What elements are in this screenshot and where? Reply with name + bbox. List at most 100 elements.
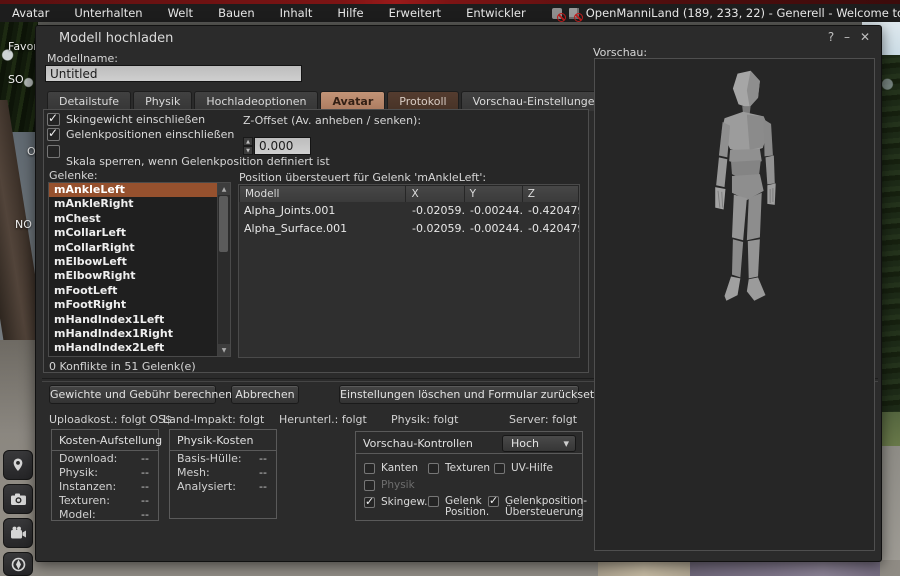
joint-list[interactable]: mAnkleLeft mAnkleRight mChest mCollarLef… — [48, 182, 231, 357]
spinner-up-icon: ▲ — [243, 137, 253, 146]
column-header-y[interactable]: Y — [465, 186, 522, 202]
table-row[interactable]: Alpha_Joints.001 -0.02059... -0.00244...… — [239, 204, 579, 220]
download-status: Herunterl.: folgt — [279, 413, 367, 426]
joint-list-item[interactable]: mCollarRight — [49, 241, 218, 255]
joint-list-item[interactable]: mHandIndex2Left — [49, 341, 218, 355]
model-name-input[interactable] — [45, 65, 302, 82]
menu-avatar[interactable]: Avatar — [12, 6, 49, 20]
cost-label: Mesh: — [177, 466, 210, 479]
cell-z: -0.420479 — [523, 222, 579, 238]
movie-camera-button[interactable] — [3, 518, 33, 548]
calculate-button[interactable]: Gewichte und Gebühr berechnen — [49, 385, 216, 404]
joint-list-item[interactable]: mFootRight — [49, 298, 218, 312]
tab-detailstufe[interactable]: Detailstufe — [47, 91, 131, 111]
joint-list-item[interactable]: mAnkleRight — [49, 197, 218, 211]
dialog-title: Modell hochladen — [59, 31, 173, 46]
joint-list-item[interactable]: mElbowLeft — [49, 255, 218, 269]
cost-value: -- — [259, 466, 267, 479]
cost-label: Download: — [59, 452, 117, 465]
shutter-icon — [11, 557, 26, 572]
model-preview-viewport[interactable] — [594, 58, 875, 551]
column-header-z[interactable]: Z — [523, 186, 578, 202]
cancel-button[interactable]: Abbrechen — [231, 385, 299, 404]
checkbox-box[interactable] — [47, 145, 60, 158]
location-pin-button[interactable] — [3, 450, 33, 480]
position-override-label: Position übersteuert für Gelenk 'mAnkleL… — [239, 171, 486, 184]
joint-list-item[interactable]: mChest — [49, 212, 218, 226]
compass-no-label: NO — [15, 218, 32, 231]
no-build-icon — [568, 7, 581, 20]
cell-x: -0.02059... — [407, 204, 465, 220]
lock-scale-checkbox[interactable] — [47, 145, 60, 158]
no-money-icon — [551, 7, 564, 20]
joint-list-scrollbar[interactable]: ▲ ▼ — [217, 183, 230, 356]
upload-model-dialog: Modell hochladen ? – ✕ Modellname: Detai… — [35, 25, 882, 562]
edges-checkbox[interactable]: Kanten — [364, 462, 418, 474]
menu-erweitert[interactable]: Erweitert — [389, 6, 442, 20]
shutter-button[interactable] — [3, 552, 33, 576]
tab-bar: DetailstufePhysikHochladeoptionenAvatarP… — [47, 90, 616, 111]
camera-button[interactable] — [3, 484, 33, 514]
joint-position-checkbox[interactable]: Gelenk Position. — [428, 496, 493, 518]
position-override-table[interactable]: Modell X Y Z Alpha_Joints.001 -0.02059..… — [238, 184, 580, 358]
server-status: Server: folgt — [509, 413, 577, 426]
joint-list-item[interactable]: mElbowRight — [49, 269, 218, 283]
scroll-down-icon: ▼ — [218, 344, 230, 356]
textures-checkbox[interactable]: Texturen — [428, 462, 490, 474]
cost-value: -- — [141, 480, 149, 493]
close-button[interactable]: ✕ — [857, 30, 873, 44]
menu-hilfe[interactable]: Hilfe — [337, 6, 363, 20]
scrollbar-thumb[interactable] — [219, 196, 228, 252]
tab-physik[interactable]: Physik — [133, 91, 192, 111]
table-row[interactable]: Alpha_Surface.001 -0.02059... -0.00244..… — [239, 222, 579, 238]
uv-guide-checkbox[interactable]: UV-Hilfe — [494, 462, 553, 474]
tab-vorschau-einstellungen[interactable]: Vorschau-Einstellungen — [461, 91, 614, 111]
menu-inhalt[interactable]: Inhalt — [280, 6, 313, 20]
reset-button[interactable]: Einstellungen löschen und Formular zurüc… — [339, 385, 579, 404]
joint-list-item[interactable]: mCollarLeft — [49, 226, 218, 240]
land-impact-status: Land-Impakt: folgt — [163, 413, 264, 426]
include-skin-weights-checkbox[interactable]: Skingewicht einschließen — [47, 113, 205, 126]
z-offset-label: Z-Offset (Av. anheben / senken): — [243, 114, 421, 127]
scroll-up-icon: ▲ — [218, 183, 230, 195]
cell-y: -0.00244... — [465, 204, 523, 220]
column-header-x[interactable]: X — [406, 186, 463, 202]
include-joint-positions-checkbox[interactable]: Gelenkpositionen einschließen — [47, 128, 234, 141]
tab-avatar[interactable]: Avatar — [320, 91, 385, 111]
z-offset-spinner[interactable]: ▲▼ — [243, 137, 253, 155]
menu-welt[interactable]: Welt — [168, 6, 193, 20]
minimize-button[interactable]: – — [839, 30, 855, 44]
location-pin-icon — [10, 457, 26, 473]
skin-weights-checkbox[interactable]: Skingew. — [364, 496, 427, 508]
tab-hochladeoptionen[interactable]: Hochladeoptionen — [194, 91, 318, 111]
cell-z: -0.420479 — [523, 204, 579, 220]
location-text[interactable]: OpenManniLand (189, 233, 22) - Generell … — [586, 6, 900, 20]
cost-value: -- — [141, 494, 149, 507]
cell-model: Alpha_Surface.001 — [239, 222, 407, 238]
menu-entwickler[interactable]: Entwickler — [466, 6, 526, 20]
spinner-down-icon: ▼ — [243, 146, 253, 155]
menu-unterhalten[interactable]: Unterhalten — [74, 6, 142, 20]
preview-detail-dropdown[interactable]: Hoch — [502, 435, 576, 452]
model-name-label: Modellname: — [47, 52, 118, 65]
lock-scale-label: Skala sperren, wenn Gelenkposition defin… — [66, 155, 330, 168]
cost-value: -- — [259, 480, 267, 493]
joint-list-item[interactable]: mFootLeft — [49, 284, 218, 298]
checkbox-label: Gelenkpositionen einschließen — [66, 128, 234, 141]
checkbox-box[interactable] — [47, 113, 60, 126]
menu-bauen[interactable]: Bauen — [218, 6, 255, 20]
movie-camera-icon — [10, 526, 27, 540]
tab-protokoll[interactable]: Protokoll — [387, 91, 458, 111]
joint-override-checkbox[interactable]: Gelenkposition-Übersteuerung — [488, 496, 585, 518]
joint-list-item[interactable]: mHandIndex1Right — [49, 327, 218, 341]
cost-label: Texturen: — [59, 494, 110, 507]
checkbox-box[interactable] — [47, 128, 60, 141]
joint-list-item[interactable]: mAnkleLeft — [49, 183, 218, 197]
cell-model: Alpha_Joints.001 — [239, 204, 407, 220]
column-header-modell[interactable]: Modell — [240, 186, 405, 202]
help-button[interactable]: ? — [823, 30, 839, 44]
z-offset-input[interactable] — [254, 137, 311, 155]
cost-value: -- — [141, 508, 149, 521]
joint-list-item[interactable]: mHandIndex1Left — [49, 313, 218, 327]
panel-title: Kosten-Aufstellung — [52, 430, 158, 451]
